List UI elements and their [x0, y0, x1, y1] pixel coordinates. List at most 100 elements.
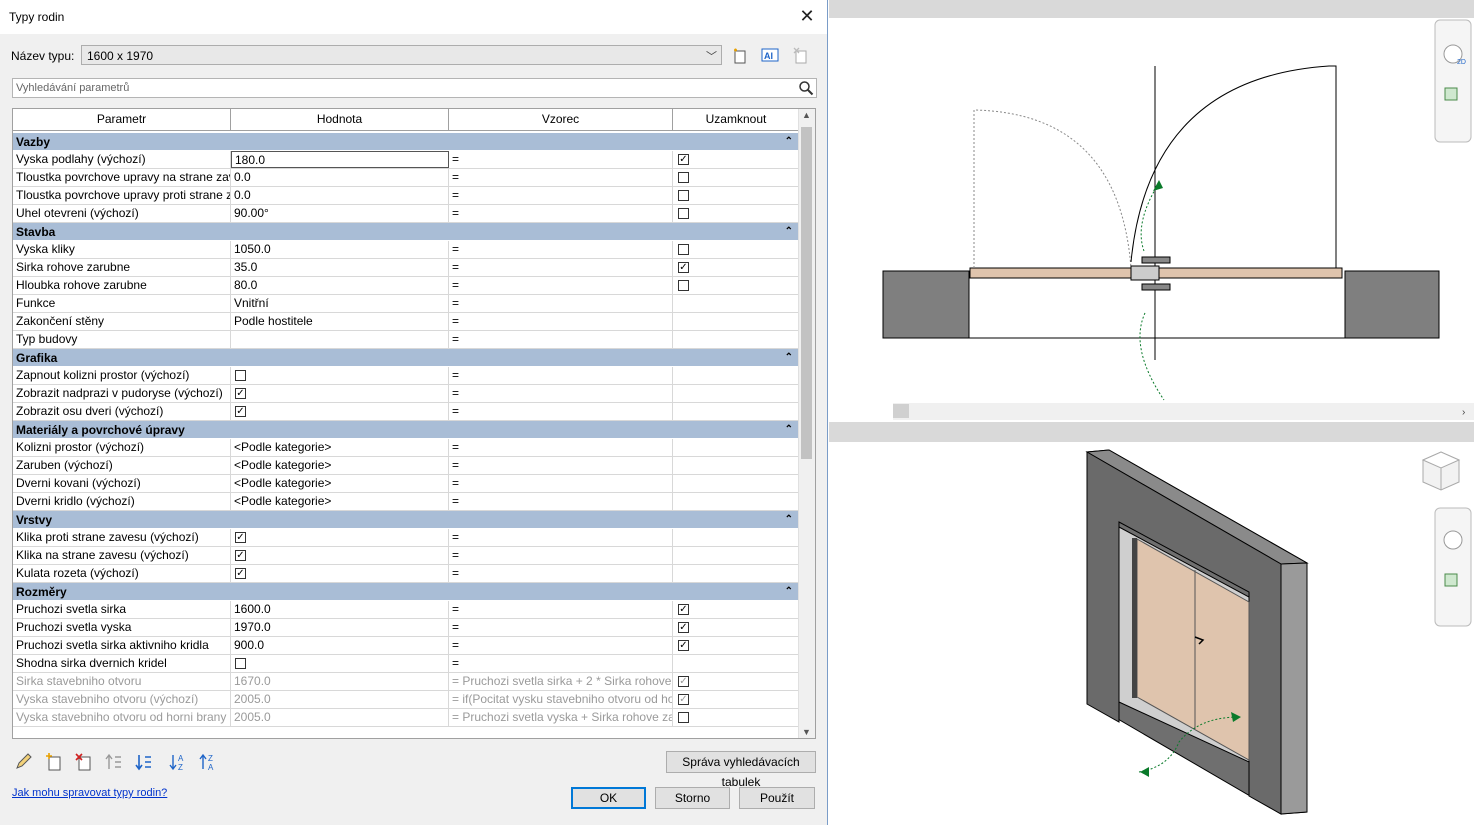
param-formula[interactable]: =: [449, 529, 673, 546]
plan-hscroll[interactable]: [893, 403, 1474, 420]
collapse-icon[interactable]: ⌃: [785, 421, 793, 439]
lock-checkbox[interactable]: ✓: [678, 154, 689, 165]
param-formula[interactable]: =: [449, 313, 673, 330]
lock-checkbox[interactable]: [678, 190, 689, 201]
param-row[interactable]: Pruchozi svetla sirka 1600.0 = ✓: [13, 601, 799, 619]
param-value[interactable]: 180.0: [231, 151, 449, 168]
group-header[interactable]: Grafika ⌃: [13, 349, 799, 367]
param-row[interactable]: Zobrazit nadprazi v pudoryse (výchozí) ✓ =: [13, 385, 799, 403]
param-value[interactable]: 2005.0: [231, 691, 449, 708]
param-formula[interactable]: = if(Pocitat vysku stavebniho otvoru od …: [449, 691, 673, 708]
param-value[interactable]: 0.0: [231, 187, 449, 204]
param-formula[interactable]: =: [449, 403, 673, 420]
lock-checkbox[interactable]: ✓: [678, 694, 689, 705]
param-value[interactable]: 0.0: [231, 169, 449, 186]
scroll-right-icon[interactable]: ›: [1462, 407, 1465, 418]
lock-checkbox[interactable]: ✓: [678, 622, 689, 633]
param-value[interactable]: 90.00°: [231, 205, 449, 222]
param-value[interactable]: 900.0: [231, 637, 449, 654]
group-header[interactable]: Vazby ⌃: [13, 133, 799, 151]
param-row[interactable]: Tloustka povrchove upravy na strane zave…: [13, 169, 799, 187]
param-row[interactable]: Kolizni prostor (výchozí) <Podle kategori…: [13, 439, 799, 457]
param-value[interactable]: 2005.0: [231, 709, 449, 726]
param-row[interactable]: Funkce Vnitřní =: [13, 295, 799, 313]
new-parameter-icon[interactable]: [44, 752, 64, 772]
move-up-icon[interactable]: [104, 752, 124, 772]
lock-checkbox[interactable]: [678, 712, 689, 723]
lock-checkbox[interactable]: ✓: [678, 604, 689, 615]
plan-nav-bar[interactable]: [1434, 19, 1472, 143]
parameter-search-input[interactable]: Vyhledávání parametrů: [12, 78, 817, 98]
param-value[interactable]: Podle hostitele: [231, 313, 449, 330]
scroll-thumb[interactable]: [801, 127, 812, 459]
param-row[interactable]: Hloubka rohove zarubne 80.0 =: [13, 277, 799, 295]
param-formula[interactable]: =: [449, 295, 673, 312]
collapse-icon[interactable]: ⌃: [785, 583, 793, 601]
value-checkbox[interactable]: ✓: [235, 568, 246, 579]
param-formula[interactable]: =: [449, 187, 673, 204]
param-formula[interactable]: =: [449, 151, 673, 168]
param-row[interactable]: Tloustka povrchove upravy proti strane z…: [13, 187, 799, 205]
cancel-button[interactable]: Storno: [655, 787, 730, 809]
lock-checkbox[interactable]: [678, 280, 689, 291]
param-row[interactable]: Zakončení stěny Podle hostitele =: [13, 313, 799, 331]
param-formula[interactable]: =: [449, 259, 673, 276]
param-row[interactable]: Sirka rohove zarubne 35.0 = ✓: [13, 259, 799, 277]
param-formula[interactable]: = Pruchozi svetla sirka + 2 * Sirka roho…: [449, 673, 673, 690]
param-formula[interactable]: =: [449, 331, 673, 348]
param-formula[interactable]: =: [449, 169, 673, 186]
plan-hscroll-thumb[interactable]: [893, 404, 909, 418]
param-formula[interactable]: =: [449, 655, 673, 672]
delete-type-icon[interactable]: [792, 46, 810, 64]
param-value[interactable]: 1600.0: [231, 601, 449, 618]
param-formula[interactable]: =: [449, 385, 673, 402]
group-header[interactable]: Rozměry ⌃: [13, 583, 799, 601]
param-formula[interactable]: =: [449, 601, 673, 618]
sort-ascending-icon[interactable]: AZ: [169, 752, 189, 772]
param-value[interactable]: <Podle kategorie>: [231, 475, 449, 492]
lock-checkbox[interactable]: [678, 244, 689, 255]
value-checkbox[interactable]: ✓: [235, 550, 246, 561]
scroll-up-icon[interactable]: ▲: [802, 110, 811, 120]
delete-parameter-icon[interactable]: [74, 752, 94, 772]
group-header[interactable]: Vrstvy ⌃: [13, 511, 799, 529]
param-formula[interactable]: =: [449, 637, 673, 654]
param-value[interactable]: 1050.0: [231, 241, 449, 258]
param-value[interactable]: 35.0: [231, 259, 449, 276]
param-row[interactable]: Vyska stavebniho otvoru (výchozí) 2005.0 =…: [13, 691, 799, 709]
param-row[interactable]: Zobrazit osu dveri (výchozí) ✓ =: [13, 403, 799, 421]
param-value[interactable]: 1970.0: [231, 619, 449, 636]
param-formula[interactable]: =: [449, 493, 673, 510]
sort-descending-icon[interactable]: ZA: [199, 752, 219, 772]
zoom-region-3d-icon[interactable]: [1444, 573, 1458, 587]
param-value[interactable]: <Podle kategorie>: [231, 493, 449, 510]
zoom-region-icon[interactable]: [1444, 87, 1458, 101]
ok-button[interactable]: OK: [571, 787, 646, 809]
param-value[interactable]: Vnitřní: [231, 295, 449, 312]
param-row[interactable]: Dverni kovani (výchozí) <Podle kategorie>…: [13, 475, 799, 493]
param-formula[interactable]: =: [449, 565, 673, 582]
param-value[interactable]: [231, 331, 449, 348]
param-value[interactable]: [231, 367, 449, 384]
param-formula[interactable]: = Pruchozi svetla vyska + Sirka rohove z…: [449, 709, 673, 726]
value-checkbox[interactable]: ✓: [235, 388, 246, 399]
col-header-vzorec[interactable]: Vzorec: [449, 109, 673, 130]
apply-button[interactable]: Použít: [739, 787, 815, 809]
edit-pencil-icon[interactable]: [14, 752, 34, 772]
col-header-uzamknout[interactable]: Uzamknout: [673, 109, 799, 130]
lock-checkbox[interactable]: ✓: [678, 640, 689, 651]
help-link[interactable]: Jak mohu spravovat typy rodin?: [12, 787, 167, 799]
param-formula[interactable]: =: [449, 547, 673, 564]
param-row[interactable]: Dverni kridlo (výchozí) <Podle kategorie>…: [13, 493, 799, 511]
lock-checkbox[interactable]: ✓: [678, 262, 689, 273]
scroll-down-icon[interactable]: ▼: [802, 727, 811, 737]
steering-wheel-3d-icon[interactable]: [1443, 530, 1463, 550]
param-formula[interactable]: =: [449, 619, 673, 636]
group-header[interactable]: Stavba ⌃: [13, 223, 799, 241]
manage-lookup-tables-button[interactable]: Správa vyhledávacích tabulek: [666, 751, 816, 789]
grid-scrollbar[interactable]: ▲ ▼: [798, 109, 815, 738]
collapse-icon[interactable]: ⌃: [785, 511, 793, 529]
new-type-icon[interactable]: [731, 46, 749, 64]
collapse-icon[interactable]: ⌃: [785, 133, 793, 151]
param-formula[interactable]: =: [449, 439, 673, 456]
